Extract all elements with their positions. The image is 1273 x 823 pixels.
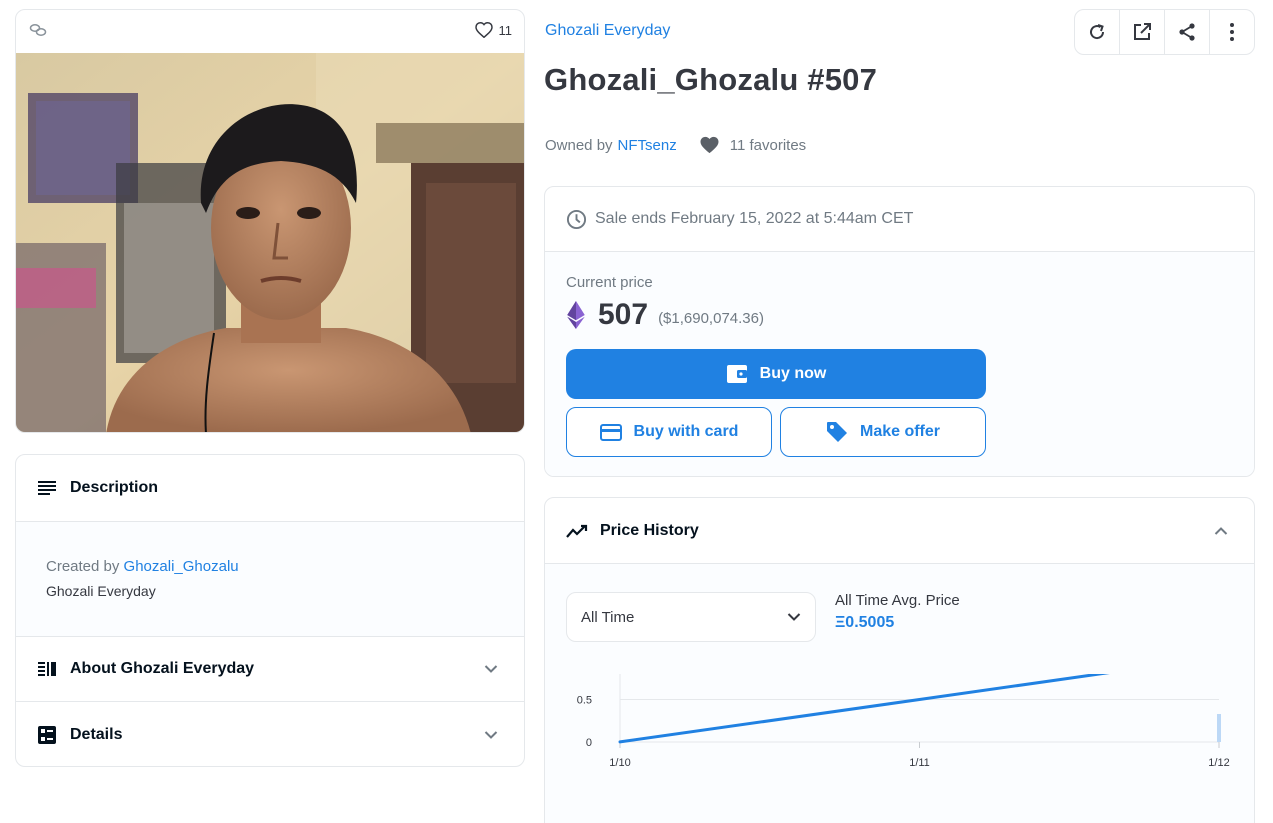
details-icon [38, 725, 56, 744]
chart-price-line [618, 674, 1110, 744]
creator-link[interactable]: Ghozali_Ghozalu [124, 558, 239, 575]
heart-filled-icon [700, 136, 719, 154]
asset-action-bar [1074, 9, 1255, 55]
favorites-count: 11 favorites [729, 136, 807, 154]
chevron-up-icon [1214, 526, 1228, 535]
chart-x-tick-label: 1/11 [909, 757, 930, 769]
portrait-photo [16, 53, 524, 432]
asset-image-card: 11 [15, 9, 525, 433]
share-icon [1179, 23, 1195, 41]
about-list-icon [38, 662, 56, 676]
details-label: Details [70, 725, 123, 743]
created-by-line: Created by Ghozali_Ghozalu [46, 558, 494, 575]
sale-body: Current price 507 ($1,690,074.36) Buy no… [545, 252, 1254, 476]
details-accordion[interactable]: Details [16, 702, 524, 766]
price-history-panel: Price History All Time All Time Avg. Pri… [544, 497, 1255, 823]
about-collection-accordion[interactable]: About Ghozali Everyday [16, 637, 524, 702]
refresh-icon [1090, 24, 1105, 40]
sale-end-row: Sale ends February 15, 2022 at 5:44am CE… [545, 187, 1254, 252]
created-by-prefix: Created by [46, 558, 120, 575]
wallet-icon [726, 365, 747, 383]
clock-icon [566, 209, 587, 229]
sale-end-text: Sale ends February 15, 2022 at 5:44am CE… [595, 210, 914, 227]
favorite-toggle[interactable]: 11 [474, 22, 513, 38]
buy-now-button[interactable]: Buy now [566, 349, 986, 399]
external-link-icon [1134, 23, 1151, 40]
price-usd: ($1,690,074.36) [658, 309, 764, 327]
image-card-topbar: 11 [16, 10, 524, 53]
favorite-count: 11 [498, 22, 513, 38]
owner-line: Owned by NFTsenz 11 favorites [545, 136, 806, 154]
chart-y-tick-label: 0 [586, 737, 592, 749]
time-range-value: All Time [581, 608, 635, 626]
description-lines-icon [38, 481, 56, 495]
more-options-button[interactable] [1210, 10, 1254, 54]
trending-line-icon [566, 524, 588, 538]
price-history-header[interactable]: Price History [545, 498, 1254, 564]
description-text: Ghozali Everyday [46, 583, 156, 599]
price-eth: 507 [598, 298, 649, 331]
price-row: 507 ($1,690,074.36) [566, 298, 764, 332]
chain-link-icon[interactable] [29, 23, 47, 37]
collection-link[interactable]: Ghozali Everyday [545, 22, 670, 40]
asset-photo[interactable] [16, 53, 524, 432]
asset-title: Ghozali_Ghozalu #507 [544, 62, 878, 97]
sale-panel: Sale ends February 15, 2022 at 5:44am CE… [544, 186, 1255, 477]
chevron-down-icon [787, 613, 801, 621]
chevron-down-icon [484, 730, 498, 739]
buy-with-card-label: Buy with card [633, 423, 739, 440]
ethereum-icon [567, 301, 585, 329]
buy-now-label: Buy now [759, 365, 827, 382]
favorites-info: 11 favorites [699, 136, 806, 154]
description-body: Created by Ghozali_Ghozalu Ghozali Every… [16, 521, 524, 637]
owned-by-prefix: Owned by [545, 136, 613, 154]
time-range-select[interactable]: All Time [566, 592, 816, 642]
share-button[interactable] [1165, 10, 1210, 54]
avg-price-value: Ξ0.5005 [835, 614, 895, 631]
chart-y-tick-label: 0.5 [577, 695, 592, 707]
more-vertical-icon [1230, 23, 1234, 41]
make-offer-button[interactable]: Make offer [780, 407, 986, 457]
chart-volume-bar [1217, 714, 1221, 742]
heart-outline-icon [474, 22, 493, 38]
credit-card-icon [599, 423, 622, 441]
description-title: Description [70, 479, 159, 496]
make-offer-label: Make offer [859, 423, 941, 440]
buy-with-card-button[interactable]: Buy with card [566, 407, 772, 457]
refresh-button[interactable] [1075, 10, 1120, 54]
price-history-chart: 00.511/101/111/12 [577, 674, 1230, 769]
chevron-down-icon [484, 665, 498, 673]
chart-x-tick-label: 1/10 [609, 757, 630, 769]
tag-icon [826, 422, 847, 442]
about-collection-label: About Ghozali Everyday [70, 660, 255, 677]
avg-price-label: All Time Avg. Price [835, 592, 960, 609]
external-link-button[interactable] [1120, 10, 1165, 54]
price-history-title: Price History [600, 521, 699, 539]
owner-link[interactable]: NFTsenz [618, 137, 677, 154]
price-history-body: All Time All Time Avg. Price Ξ0.5005 0 0.… [545, 564, 1254, 823]
description-header[interactable]: Description [16, 455, 524, 521]
chart-x-tick-label: 1/12 [1208, 757, 1229, 769]
description-panel: Description Created by Ghozali_Ghozalu G… [15, 454, 525, 767]
current-price-label: Current price [566, 274, 653, 291]
